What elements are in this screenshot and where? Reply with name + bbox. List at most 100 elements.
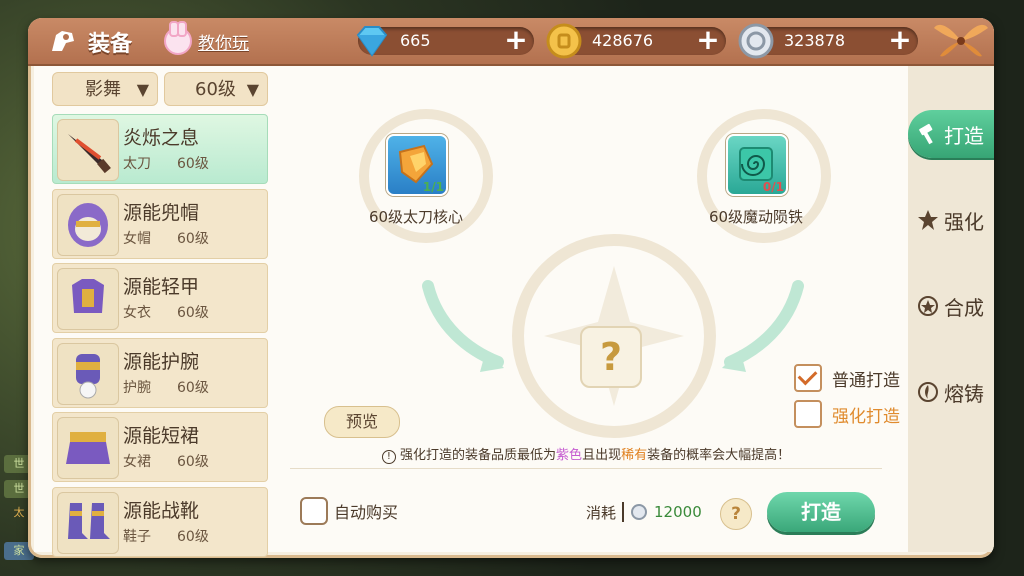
checkbox[interactable] xyxy=(794,364,822,392)
material-name: 60级魔动陨铁 xyxy=(708,208,804,226)
auto-buy-label: 自动购买 xyxy=(334,503,399,522)
notice-text: 且出现 xyxy=(582,448,622,463)
divider xyxy=(622,502,625,522)
material-name: 60级太刀核心 xyxy=(368,208,464,226)
smelt-icon xyxy=(918,382,938,402)
checkbox[interactable] xyxy=(794,400,822,428)
item-type: 护腕 xyxy=(123,379,151,396)
cost-label: 消耗 xyxy=(586,503,617,522)
silver-coin-icon xyxy=(631,504,648,520)
notice-text: 强化打造的装备品质最低为 xyxy=(400,448,557,463)
level-filter-dropdown[interactable]: 60级 ▼ xyxy=(164,72,268,106)
item-name: 炎烁之息 xyxy=(123,127,200,149)
bunny-icon xyxy=(164,21,192,55)
option-label: 普通打造 xyxy=(832,370,900,391)
bracer-icon xyxy=(57,342,119,405)
item-name: 源能短裙 xyxy=(123,425,200,447)
item-level: 60级 xyxy=(177,230,209,247)
help-button[interactable]: ? xyxy=(720,498,752,530)
auto-buy-toggle[interactable]: 自动购买 xyxy=(300,497,399,525)
tab-smelt[interactable]: 熔铸 xyxy=(908,368,994,416)
list-item[interactable]: 源能短裙 女裙 60级 xyxy=(52,412,268,482)
chevron-down-icon: ▼ xyxy=(136,80,149,99)
star-icon xyxy=(918,210,938,230)
material-count: 1/1 xyxy=(422,180,444,194)
side-tabs: 打造 强化 合成 熔铸 xyxy=(908,66,994,552)
gold-value: 428676 xyxy=(592,31,654,50)
close-icon[interactable] xyxy=(928,18,994,64)
item-type: 女帽 xyxy=(123,230,151,247)
preview-button[interactable]: 预览 xyxy=(324,406,400,438)
item-name: 源能轻甲 xyxy=(123,276,200,298)
list-item[interactable]: 源能战靴 鞋子 60级 xyxy=(52,486,268,557)
material-slot[interactable]: 0/1 xyxy=(726,134,788,196)
equipment-icon xyxy=(52,31,74,51)
item-level: 60级 xyxy=(177,454,209,470)
diamond-value: 665 xyxy=(400,31,431,50)
item-type: 女裙 xyxy=(123,454,151,470)
item-level: 60级 xyxy=(177,379,209,396)
tab-synthesize[interactable]: 合成 xyxy=(908,282,994,330)
equipment-list: 炎烁之息 太刀 60级 源能兜帽 女帽 60级 源能轻甲 女衣 60级 源能护腕… xyxy=(52,114,268,558)
class-filter-dropdown[interactable]: 影舞 ▼ xyxy=(52,72,158,106)
panel-title: 装备 xyxy=(88,32,133,57)
boots-icon xyxy=(57,491,119,554)
silver-counter: 323878 + xyxy=(738,23,918,59)
class-filter-value: 影舞 xyxy=(85,79,121,100)
item-type: 鞋子 xyxy=(123,528,151,545)
forge-button[interactable]: 打造 xyxy=(767,492,875,532)
panel-header: 装备 教你玩 665 + 428676 + 323878 + xyxy=(28,18,994,66)
option-label: 强化打造 xyxy=(832,406,900,427)
item-name: 源能护腕 xyxy=(123,350,200,373)
add-gold-button[interactable]: + xyxy=(694,26,722,55)
enhanced-forge-option[interactable]: 强化打造 xyxy=(794,400,900,428)
item-name: 源能战靴 xyxy=(123,499,200,522)
tab-label: 合成 xyxy=(944,296,984,320)
list-item[interactable]: 源能轻甲 女衣 60级 xyxy=(52,263,268,333)
armor-icon xyxy=(57,268,119,330)
notice-text: 装备的概率会大幅提高！ xyxy=(647,448,791,463)
tab-label: 强化 xyxy=(944,210,984,234)
forge-notice: ! 强化打造的装备品质最低为紫色且出现稀有装备的概率会大幅提高！ xyxy=(290,444,882,464)
notice-purple: 紫色 xyxy=(556,448,583,463)
tutorial-label: 教你玩 xyxy=(198,33,249,54)
diamond-icon xyxy=(356,26,388,57)
hammer-icon xyxy=(919,123,933,145)
tab-forge[interactable]: 打造 xyxy=(908,110,994,158)
item-level: 60级 xyxy=(177,156,209,172)
silver-value: 323878 xyxy=(784,31,846,50)
list-item[interactable]: 源能护腕 护腕 60级 xyxy=(52,337,268,408)
material-slot[interactable]: 1/1 xyxy=(386,134,448,196)
tab-enhance[interactable]: 强化 xyxy=(908,196,994,244)
list-item[interactable]: 炎烁之息 太刀 60级 xyxy=(52,114,268,184)
item-level: 60级 xyxy=(177,528,209,545)
level-filter-value: 60级 xyxy=(195,79,236,100)
hood-icon xyxy=(57,193,119,256)
add-silver-button[interactable]: + xyxy=(886,26,914,55)
checkbox[interactable] xyxy=(300,497,328,525)
item-level: 60级 xyxy=(177,305,209,321)
katana-icon xyxy=(57,119,119,181)
tab-label: 熔铸 xyxy=(944,382,984,406)
result-slot[interactable]: ? xyxy=(580,326,642,388)
silver-coin-icon xyxy=(738,23,774,59)
normal-forge-option[interactable]: 普通打造 xyxy=(794,364,900,392)
info-icon: ! xyxy=(381,450,396,464)
tab-label: 打造 xyxy=(944,124,984,148)
item-name: 源能兜帽 xyxy=(123,201,200,224)
gold-counter: 428676 + xyxy=(546,23,726,59)
cost-display: 消耗 12000 xyxy=(586,500,702,524)
equipment-panel: 装备 教你玩 665 + 428676 + 323878 + 影舞 ▼ 60级 … xyxy=(28,18,994,558)
notice-rare: 稀有 xyxy=(621,448,648,463)
diamond-counter: 665 + xyxy=(356,26,534,57)
tutorial-button[interactable]: 教你玩 xyxy=(164,21,249,56)
add-diamond-button[interactable]: + xyxy=(502,26,530,55)
gold-coin-icon xyxy=(546,23,582,59)
skirt-icon xyxy=(57,417,119,479)
cost-amount: 12000 xyxy=(654,503,702,521)
list-item[interactable]: 源能兜帽 女帽 60级 xyxy=(52,188,268,259)
divider xyxy=(290,468,882,469)
item-type: 太刀 xyxy=(123,156,151,172)
chevron-down-icon: ▼ xyxy=(246,80,259,99)
synthesis-icon xyxy=(918,296,938,316)
